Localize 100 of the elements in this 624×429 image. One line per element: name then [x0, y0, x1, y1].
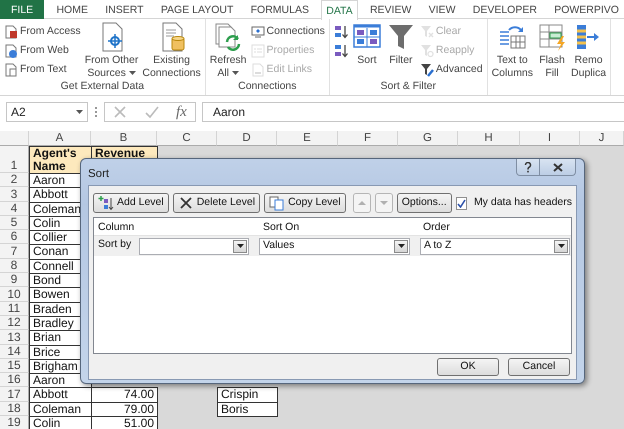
ribbon-button[interactable]: From Text: [3, 60, 82, 79]
caret-icon: [398, 244, 404, 248]
column-heading: Sort On: [262, 220, 300, 235]
ribbon-button[interactable]: From Access: [3, 22, 82, 41]
row-header[interactable]: 6: [0, 230, 29, 244]
formula-field[interactable]: Aaron: [202, 102, 624, 122]
ribbon-button[interactable]: From Other Sources: [84, 22, 140, 80]
column-header[interactable]: G: [398, 131, 458, 146]
ribbon-button[interactable]: Refresh All: [208, 22, 248, 80]
caret-icon: [76, 110, 83, 114]
add-level-icon: [98, 195, 114, 211]
row-header[interactable]: 19: [0, 416, 29, 429]
ribbon-button[interactable]: Remo Duplica: [570, 22, 608, 80]
ribbon-tab[interactable]: FILE: [0, 0, 44, 19]
column-header[interactable]: D: [217, 131, 277, 146]
help-button[interactable]: [516, 159, 540, 176]
ribbon-button[interactable]: Flash Fill: [536, 22, 568, 80]
column-header[interactable]: F: [338, 131, 398, 146]
ribbon-button[interactable]: Existing Connections: [141, 22, 202, 80]
row-header[interactable]: 14: [0, 344, 29, 359]
ribbon-tab[interactable]: REVIEW: [364, 0, 416, 19]
row-header[interactable]: 13: [0, 330, 29, 345]
row-header[interactable]: 8: [0, 258, 29, 274]
toolbar-button[interactable]: Add Level: [93, 193, 169, 213]
name-box[interactable]: A2: [6, 102, 88, 122]
ribbon-tab[interactable]: PAGE LAYOUT: [156, 0, 238, 19]
row-header[interactable]: 3: [0, 187, 29, 202]
flash-fill-icon: [537, 22, 568, 52]
column-header[interactable]: J: [580, 131, 624, 146]
insert-function-button[interactable]: fx: [176, 100, 187, 124]
help-icon: [524, 162, 532, 172]
monitor-icon: [250, 24, 265, 38]
table-cell: Crispin: [217, 387, 278, 403]
dropdown-field[interactable]: Values: [259, 238, 410, 254]
caret-icon: [232, 71, 239, 76]
toolbar-button[interactable]: Copy Level: [264, 193, 346, 213]
cancel-icon: [113, 105, 128, 119]
ribbon-tab[interactable]: VIEW: [424, 0, 460, 19]
checkbox-label: My data has headers: [474, 195, 572, 210]
close-icon: [552, 162, 562, 172]
ribbon-tab[interactable]: FORMULAS: [246, 0, 314, 19]
group-label: Get External Data: [60, 80, 146, 93]
row-header[interactable]: 10: [0, 287, 29, 302]
grip-icon: [94, 106, 98, 118]
sort-ascending-icon: [334, 24, 348, 38]
row-header[interactable]: 11: [0, 302, 29, 316]
column-header[interactable]: A: [29, 131, 91, 146]
table-cell: Colin: [29, 416, 92, 429]
checkbox[interactable]: [456, 196, 467, 210]
row-header[interactable]: 18: [0, 402, 29, 416]
dialog-button[interactable]: Cancel: [508, 358, 570, 376]
document-icon: [4, 62, 18, 76]
dropdown-field[interactable]: A to Z: [420, 238, 570, 254]
document-globe-icon: [4, 44, 18, 58]
row-header[interactable]: 7: [0, 244, 29, 259]
table-cell: Abbott: [29, 387, 92, 403]
dialog-button[interactable]: OK: [437, 358, 499, 376]
ribbon-button[interactable]: Text to Columns: [490, 22, 534, 80]
funnel-clear-icon: [420, 24, 434, 38]
toolbar-button[interactable]: Delete Level: [172, 193, 260, 213]
table-cell: 74.00: [91, 387, 158, 403]
ribbon-tab[interactable]: DATA: [321, 0, 358, 20]
ribbon-button[interactable]: Sort: [350, 22, 383, 67]
row-header[interactable]: 5: [0, 216, 29, 230]
caret-icon: [128, 71, 136, 76]
dropdown-field[interactable]: [139, 238, 249, 254]
ribbon-tab[interactable]: POWERPIVO: [549, 0, 624, 19]
table-cell: 51.00: [91, 416, 158, 429]
ribbon-tab[interactable]: HOME: [51, 0, 93, 19]
row-header[interactable]: 15: [0, 358, 29, 374]
check-icon: [456, 198, 466, 208]
close-button[interactable]: [540, 159, 576, 176]
caret-icon: [558, 244, 564, 248]
table-cell: Boris: [217, 402, 278, 418]
ribbon-tab[interactable]: DEVELOPER: [468, 0, 542, 19]
check-icon: [144, 105, 160, 119]
row-header[interactable]: 9: [0, 273, 29, 288]
document-icon: [4, 24, 18, 38]
row-header[interactable]: 2: [0, 173, 29, 188]
row-header[interactable]: 17: [0, 387, 29, 402]
document-link-icon: [250, 62, 265, 76]
group-label: Sort & Filter: [380, 80, 437, 93]
ribbon-button[interactable]: Filter: [384, 22, 417, 67]
row-header[interactable]: 4: [0, 202, 29, 216]
column-header[interactable]: C: [157, 131, 217, 146]
column-header[interactable]: B: [91, 131, 157, 146]
ribbon-button[interactable]: From Web: [3, 41, 82, 60]
copy-icon: [269, 195, 286, 211]
row-header[interactable]: 12: [0, 316, 29, 330]
row-header[interactable]: 1: [0, 146, 29, 173]
column-header[interactable]: E: [277, 131, 338, 146]
ribbon-button[interactable]: Connections: [250, 22, 326, 41]
column-header[interactable]: I: [520, 131, 580, 146]
column-header[interactable]: H: [458, 131, 520, 146]
funnel-refresh-icon: [420, 44, 434, 58]
ribbon-button[interactable]: Advanced: [418, 60, 484, 79]
ribbon-tab[interactable]: INSERT: [100, 0, 149, 19]
column-heading: Order: [422, 220, 451, 235]
row-header[interactable]: 16: [0, 373, 29, 388]
toolbar-button[interactable]: Options...: [396, 193, 452, 213]
